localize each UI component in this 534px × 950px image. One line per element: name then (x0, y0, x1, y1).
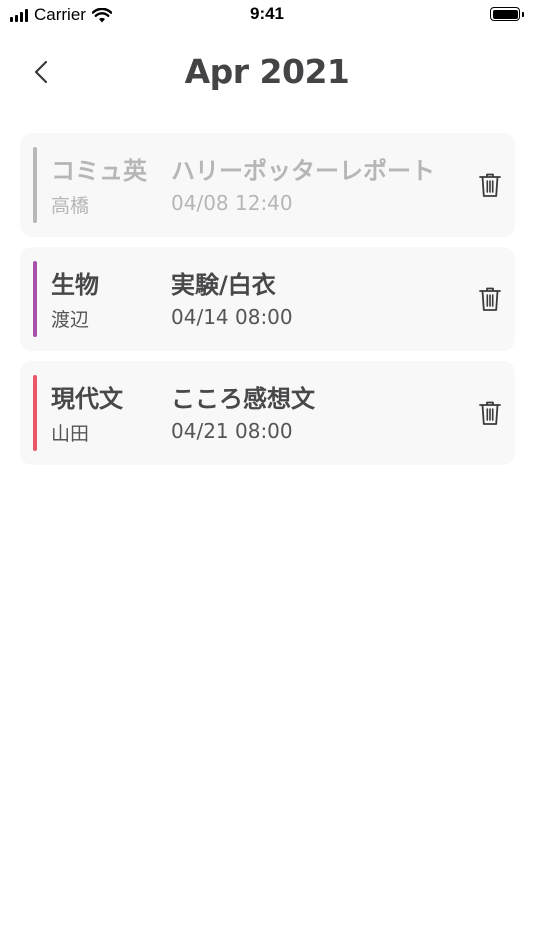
due-datetime: 04/21 08:00 (171, 419, 293, 443)
teacher-label: 高橋 (51, 195, 90, 217)
delete-button[interactable] (477, 170, 503, 200)
task-card[interactable]: コミュ英 高橋 ハリーポッターレポート 04/08 12:40 (20, 133, 515, 237)
subject-color-bar (33, 375, 37, 451)
page-title: Apr 2021 (184, 52, 350, 91)
task-card[interactable]: 現代文 山田 こころ感想文 04/21 08:00 (20, 361, 515, 465)
subject-label: 生物 (51, 271, 99, 299)
trash-icon (479, 401, 501, 425)
teacher-label: 山田 (51, 423, 90, 445)
task-card[interactable]: 生物 渡辺 実験/白衣 04/14 08:00 (20, 247, 515, 351)
subject-label: コミュ英 (51, 157, 147, 185)
subject-color-bar (33, 147, 37, 223)
subject-label: 現代文 (51, 385, 123, 413)
trash-icon (479, 287, 501, 311)
battery-icon (490, 7, 524, 21)
subject-color-bar (33, 261, 37, 337)
screen: Carrier 9:41 Apr 2021 コミュ英 高橋 ハリーポッターレポー… (0, 0, 534, 950)
due-datetime: 04/08 12:40 (171, 191, 293, 215)
assignment-title: 実験/白衣 (171, 271, 276, 299)
due-datetime: 04/14 08:00 (171, 305, 293, 329)
assignment-title: ハリーポッターレポート (171, 157, 435, 185)
status-bar: Carrier 9:41 (0, 0, 534, 30)
assignment-title: こころ感想文 (171, 385, 315, 413)
trash-icon (479, 173, 501, 197)
delete-button[interactable] (477, 284, 503, 314)
delete-button[interactable] (477, 398, 503, 428)
task-list: コミュ英 高橋 ハリーポッターレポート 04/08 12:40 生物 渡辺 実験… (20, 133, 515, 475)
status-time: 9:41 (249, 4, 285, 23)
teacher-label: 渡辺 (51, 309, 90, 331)
